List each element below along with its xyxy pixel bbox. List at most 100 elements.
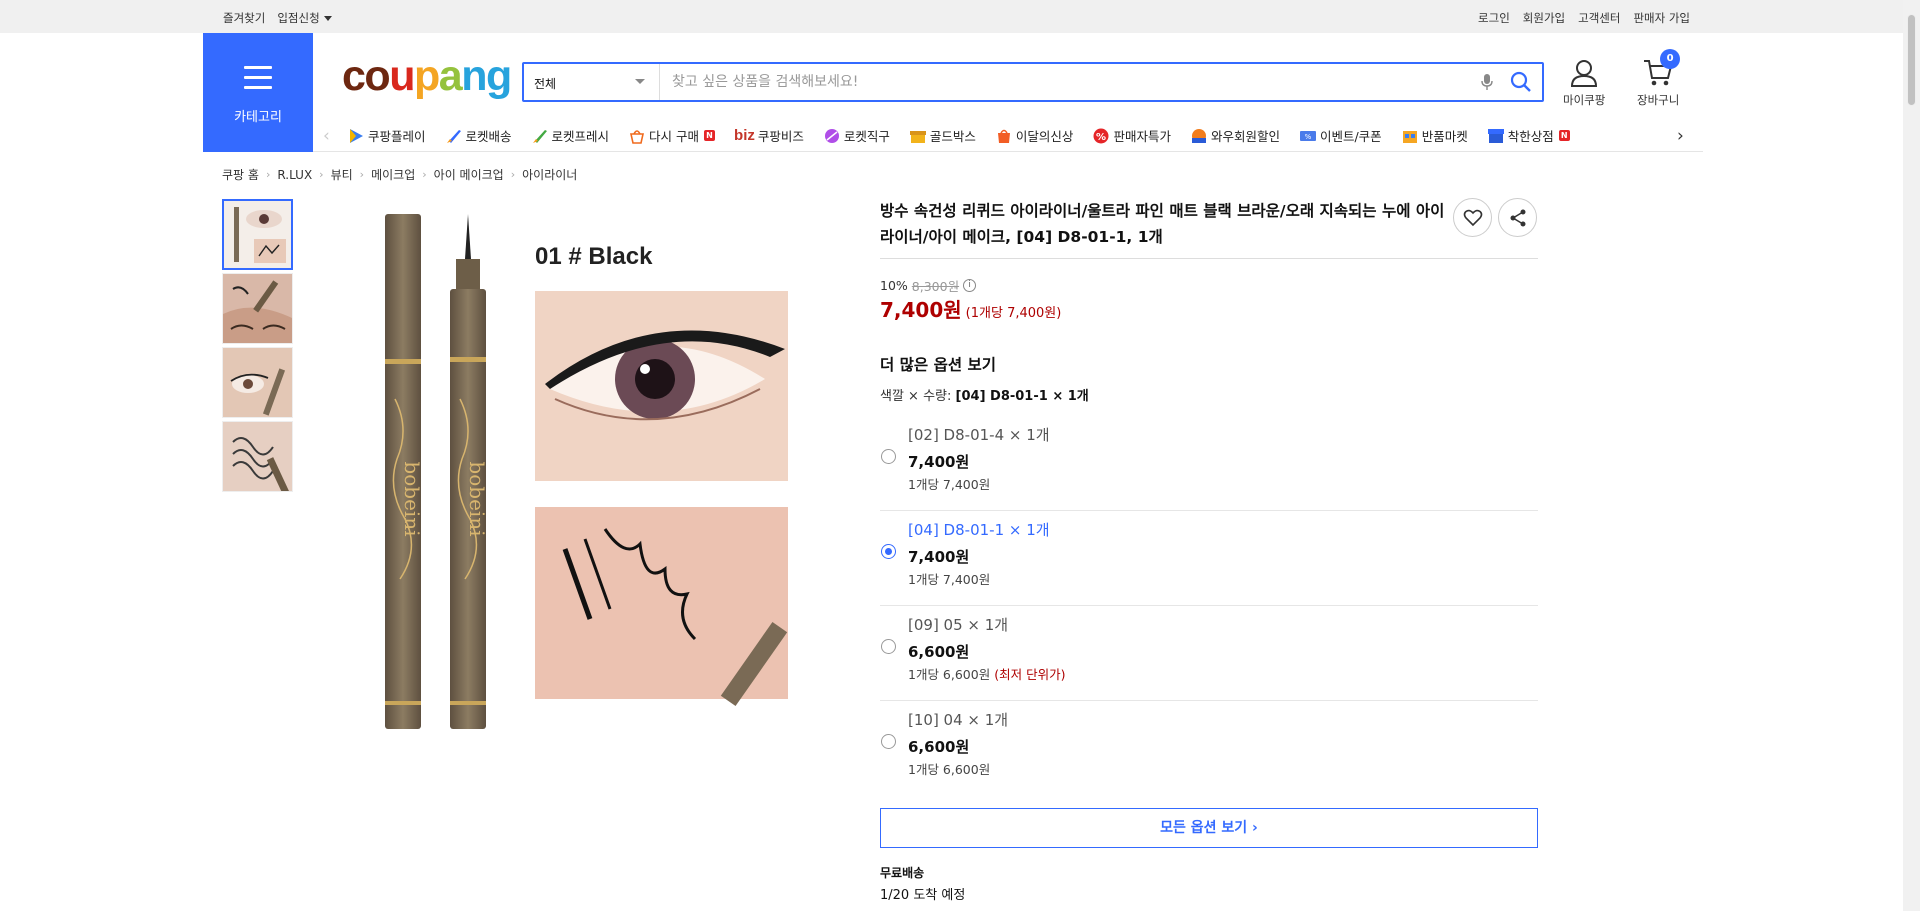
- microphone-icon[interactable]: [1480, 73, 1494, 94]
- option-price: 6,600원: [908, 738, 970, 756]
- search-icon[interactable]: [1510, 71, 1532, 96]
- return-market-icon: [1402, 130, 1417, 143]
- chevron-right-icon: ›: [319, 168, 324, 181]
- play-icon: [350, 128, 363, 143]
- nav-item-monthly-new[interactable]: 이달의신상: [995, 126, 1073, 145]
- rebuy-icon: [630, 129, 645, 144]
- cart-button[interactable]: 0 장바구니: [1637, 49, 1681, 108]
- new-badge: N: [1558, 130, 1570, 141]
- breadcrumb-eye-makeup[interactable]: 아이 메이크업: [434, 166, 504, 183]
- category-menu-button[interactable]: 카테고리: [203, 33, 313, 152]
- option-name: [09] 05 × 1개: [908, 616, 1009, 634]
- hamburger-icon: [244, 66, 272, 96]
- product-info: 방수 속건성 리퀴드 아이라이너/울트라 파인 매트 블랙 브라운/오래 지속되…: [880, 198, 1538, 903]
- option-name: [02] D8-01-4 × 1개: [908, 426, 1050, 444]
- selected-option-value: [04] D8-01-1 × 1개: [955, 389, 1089, 404]
- breadcrumb-beauty[interactable]: 뷰티: [331, 166, 353, 183]
- option-item[interactable]: [10] 04 × 1개 6,600원 1개당 6,600원: [880, 701, 1538, 796]
- search-scope-select[interactable]: 전체: [524, 64, 660, 100]
- top-utility-bar: 즐겨찾기 입점신청 로그인 회원가입 고객센터 판매자 가입: [0, 0, 1920, 33]
- search-bar: 전체: [522, 62, 1544, 102]
- discount-rate: 10%: [880, 278, 908, 293]
- seller-apply-link[interactable]: 입점신청: [277, 10, 332, 26]
- search-input[interactable]: [660, 64, 1460, 100]
- option-radio-selected[interactable]: [881, 544, 896, 559]
- selected-option-label: 색깔 × 수량:: [880, 389, 952, 404]
- nav-item-seller-deal[interactable]: % 판매자특가: [1092, 126, 1171, 145]
- nav-item-rocket-delivery[interactable]: 로켓배송: [445, 126, 512, 145]
- product-thumbnail[interactable]: [222, 273, 293, 344]
- nav-next-arrow[interactable]: ›: [1677, 126, 1684, 146]
- share-button[interactable]: [1498, 198, 1537, 237]
- mypage-button[interactable]: 마이쿠팡: [1563, 58, 1605, 108]
- nav-item-coupang-play[interactable]: 쿠팡플레이: [347, 126, 426, 145]
- search-scope-value: 전체: [534, 77, 557, 91]
- rocket-fresh-icon: [532, 129, 547, 143]
- info-icon[interactable]: i: [963, 279, 977, 292]
- product-thumbnail[interactable]: [222, 199, 293, 270]
- coupon-icon: %: [1299, 130, 1316, 141]
- wow-icon: [1191, 128, 1206, 143]
- unit-price: (1개당 7,400원): [965, 306, 1062, 321]
- customer-center-link[interactable]: 고객센터: [1578, 10, 1620, 26]
- scrollbar-thumb[interactable]: [1907, 14, 1916, 106]
- option-radio[interactable]: [881, 449, 896, 464]
- pen-brand-text-2: bobeini: [465, 461, 489, 536]
- chevron-down-icon: [635, 79, 645, 84]
- chevron-right-icon: ›: [422, 168, 427, 181]
- discount-row: 10% 8,300원 i: [880, 276, 977, 295]
- heart-icon: [1463, 209, 1483, 227]
- product-main-image[interactable]: bobeini bobeini 01 # Black: [365, 199, 805, 739]
- breadcrumb-eyeliner[interactable]: 아이라이너: [522, 166, 577, 183]
- option-price: 7,400원: [908, 548, 970, 566]
- pen-brand-text-1: bobeini: [400, 461, 424, 536]
- nav-item-coupang-biz[interactable]: biz 쿠팡비즈: [734, 126, 804, 145]
- rocket-icon: [446, 129, 461, 143]
- nav-item-goldbox[interactable]: 골드박스: [909, 126, 976, 145]
- breadcrumb-makeup[interactable]: 메이크업: [371, 166, 415, 183]
- goldbox-icon: [909, 130, 926, 143]
- shipping-type: 무료배송: [880, 866, 925, 880]
- nav-item-rocket-global[interactable]: 로켓직구: [823, 126, 890, 145]
- option-unit-price: 1개당 6,600원 (최저 단위가): [908, 667, 1066, 682]
- store-icon: [1487, 128, 1504, 143]
- new-badge: N: [704, 130, 716, 141]
- nav-item-rocket-fresh[interactable]: 로켓프레시: [531, 126, 609, 145]
- nav-item-event-coupon[interactable]: % 이벤트/쿠폰: [1299, 126, 1382, 145]
- breadcrumb-brand[interactable]: R.LUX: [277, 168, 312, 182]
- option-unit-price: 1개당 6,600원: [908, 762, 991, 777]
- category-label: 카테고리: [234, 110, 282, 125]
- nav-item-wow-discount[interactable]: 와우회원할인: [1190, 126, 1280, 145]
- wishlist-button[interactable]: [1453, 198, 1492, 237]
- bookmark-link[interactable]: 즐겨찾기: [223, 10, 265, 26]
- option-radio[interactable]: [881, 639, 896, 654]
- image-caption: 01 # Black: [535, 243, 653, 270]
- option-item[interactable]: [04] D8-01-1 × 1개 7,400원 1개당 7,400원: [880, 511, 1538, 606]
- signup-link[interactable]: 회원가입: [1523, 10, 1565, 26]
- option-radio[interactable]: [881, 734, 896, 749]
- nav-item-rebuy[interactable]: 다시 구매 N: [628, 126, 716, 145]
- login-link[interactable]: 로그인: [1478, 10, 1510, 26]
- product-thumbnail[interactable]: [222, 347, 293, 418]
- cart-label: 장바구니: [1637, 93, 1680, 107]
- breadcrumb: 쿠팡 홈 › R.LUX › 뷰티 › 메이크업 › 아이 메이크업 › 아이라이너: [222, 166, 577, 183]
- original-price: 8,300원: [911, 279, 960, 294]
- option-name: [10] 04 × 1개: [908, 711, 1009, 729]
- chevron-right-icon: ›: [359, 168, 365, 181]
- cart-count-badge: 0: [1660, 49, 1681, 69]
- option-name: [04] D8-01-1 × 1개: [908, 521, 1050, 539]
- nav-item-good-store[interactable]: 착한상점 N: [1487, 126, 1570, 145]
- product-thumbnail[interactable]: [222, 421, 293, 492]
- coupang-logo[interactable]: coupang: [342, 55, 512, 98]
- option-item[interactable]: [09] 05 × 1개 6,600원 1개당 6,600원 (최저 단위가): [880, 606, 1538, 701]
- nav-prev-arrow[interactable]: ‹: [323, 126, 330, 146]
- page-scrollbar[interactable]: [1903, 0, 1920, 911]
- seller-signup-link[interactable]: 판매자 가입: [1633, 10, 1690, 26]
- option-item[interactable]: [02] D8-01-4 × 1개 7,400원 1개당 7,400원: [880, 416, 1538, 511]
- breadcrumb-home[interactable]: 쿠팡 홈: [222, 166, 259, 183]
- svg-text:%: %: [1305, 133, 1312, 141]
- global-icon: [824, 128, 839, 143]
- view-all-options-button[interactable]: 모든 옵션 보기 ›: [880, 808, 1538, 848]
- options-heading: 더 많은 옵션 보기: [880, 356, 997, 374]
- nav-item-return-market[interactable]: 반품마켓: [1401, 126, 1468, 145]
